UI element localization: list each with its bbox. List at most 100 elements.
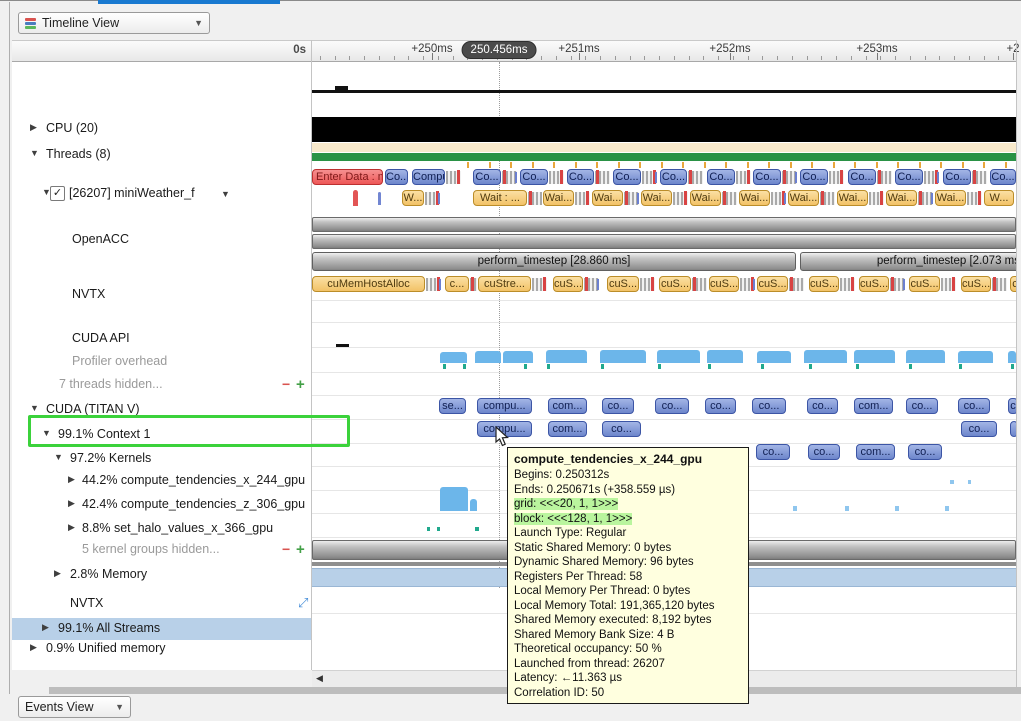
- cuda-api-call-block[interactable]: cuS...: [607, 276, 639, 292]
- openacc-compute-block[interactable]: Co...: [707, 169, 735, 185]
- kernel-z306-block[interactable]: co...: [756, 444, 790, 460]
- tree-collapse-caret-icon[interactable]: ▶: [30, 642, 37, 653]
- tree-item-8-8-set-halo-values-x-366-gpu[interactable]: ▶8.8% set_halo_values_x_366_gpu: [12, 518, 311, 540]
- kernel-summary-block[interactable]: com...: [854, 398, 893, 414]
- add-filter-icon[interactable]: +: [296, 376, 305, 393]
- remove-filter-icon[interactable]: −: [282, 541, 290, 557]
- tree-collapse-caret-icon[interactable]: ▶: [54, 568, 61, 579]
- cuda-api-call-block[interactable]: cuS...: [809, 276, 839, 292]
- cuda-api-call-block[interactable]: cuS...: [859, 276, 889, 292]
- openacc-wait-block[interactable]: Wait : ...: [473, 190, 527, 206]
- tree-item-nvtx[interactable]: NVTX: [12, 284, 311, 306]
- cuda-api-call-block[interactable]: cuS...: [553, 276, 583, 292]
- openacc-wait-block[interactable]: W...: [402, 190, 424, 206]
- tree-item-7-threads-hidden[interactable]: 7 threads hidden...−+: [12, 374, 311, 396]
- openacc-wait-block[interactable]: Wai...: [739, 190, 770, 206]
- kernel-z306-block[interactable]: com...: [856, 444, 895, 460]
- kernel-z306-block[interactable]: co...: [908, 444, 942, 460]
- remove-filter-icon[interactable]: −: [282, 376, 290, 392]
- cuda-api-call-block[interactable]: cuS...: [709, 276, 739, 292]
- timeline-view-dropdown[interactable]: Timeline View ▼: [18, 12, 210, 34]
- nvtx-perform-timestep-range[interactable]: perform_timestep [28.860 ms]: [312, 252, 796, 271]
- openacc-wait-block[interactable]: Wai...: [886, 190, 917, 206]
- openacc-compute-block[interactable]: Enter Data : miniW...: [312, 169, 383, 185]
- cuda-api-call-block[interactable]: c: [1010, 276, 1016, 292]
- tree-item-26207-miniweather-f[interactable]: ▼✓[26207] miniWeather_f▼: [12, 183, 311, 205]
- tree-item-nvtx[interactable]: NVTX⤢: [12, 593, 311, 615]
- cuda-api-call-block[interactable]: c...: [445, 276, 469, 292]
- kernel-summary-block[interactable]: co...: [807, 398, 838, 414]
- cuda-api-call-block[interactable]: cuS...: [961, 276, 991, 292]
- kernel-summary-block[interactable]: c: [1008, 398, 1016, 414]
- cuda-api-call-block[interactable]: cuS...: [757, 276, 788, 292]
- kernel-x244-block[interactable]: com...: [548, 421, 587, 437]
- openacc-compute-block[interactable]: Co...: [990, 169, 1016, 185]
- tree-collapse-caret-icon[interactable]: ▶: [68, 498, 75, 509]
- kernel-z306-block[interactable]: co...: [808, 444, 840, 460]
- openacc-wait-block[interactable]: Wai...: [641, 190, 672, 206]
- kernel-summary-block[interactable]: co...: [602, 398, 634, 414]
- tree-collapse-caret-icon[interactable]: ▶: [68, 522, 75, 533]
- tree-item-97-2-kernels[interactable]: ▼97.2% Kernels: [12, 448, 311, 470]
- tree-item-cuda-api[interactable]: CUDA API: [12, 328, 311, 350]
- openacc-compute-block[interactable]: Co...: [473, 169, 501, 185]
- kernel-summary-block[interactable]: co...: [958, 398, 990, 414]
- tree-collapse-caret-icon[interactable]: ▶: [30, 122, 37, 133]
- openacc-compute-block[interactable]: Co...: [943, 169, 971, 185]
- events-view-dropdown[interactable]: Events View ▼: [18, 696, 131, 718]
- openacc-wait-block[interactable]: Wai...: [543, 190, 574, 206]
- kernel-summary-block[interactable]: co...: [705, 398, 736, 414]
- kernel-summary-block[interactable]: com...: [548, 398, 587, 414]
- openacc-wait-block[interactable]: W...: [984, 190, 1014, 206]
- openacc-compute-block[interactable]: Co...: [800, 169, 828, 185]
- kernel-x244-block[interactable]: co...: [602, 421, 641, 437]
- kernel-summary-block[interactable]: co...: [752, 398, 786, 414]
- cuda-api-call-block[interactable]: cuS...: [909, 276, 940, 292]
- cuda-api-call-block[interactable]: cuMemHostAlloc: [312, 276, 425, 292]
- openacc-compute-block[interactable]: Co...: [895, 169, 923, 185]
- tree-item-cpu-20[interactable]: ▶CPU (20): [12, 118, 311, 140]
- tree-item-openacc[interactable]: OpenACC: [12, 229, 311, 251]
- openacc-compute-block[interactable]: Co...: [848, 169, 876, 185]
- cuda-api-call-block[interactable]: cuStre...: [478, 276, 531, 292]
- openacc-compute-block[interactable]: Co...: [520, 169, 548, 185]
- kernel-summary-block[interactable]: se...: [439, 398, 466, 414]
- tree-expand-caret-icon[interactable]: ▼: [54, 452, 63, 462]
- expand-row-icon[interactable]: ⤢: [298, 595, 308, 611]
- openacc-wait-block[interactable]: Wai...: [935, 190, 966, 206]
- tree-collapse-caret-icon[interactable]: ▶: [68, 474, 75, 485]
- tree-item-0-9-unified-memory[interactable]: ▶0.9% Unified memory: [12, 638, 311, 660]
- tree-collapse-caret-icon[interactable]: ▶: [42, 622, 49, 633]
- kernel-x244-block[interactable]: [1010, 421, 1016, 437]
- openacc-compute-block[interactable]: Co...: [385, 169, 408, 185]
- tree-expand-caret-icon[interactable]: ▼: [30, 403, 39, 413]
- kernel-summary-block[interactable]: co...: [906, 398, 938, 414]
- tree-item-99-1-all-streams[interactable]: ▶99.1% All Streams: [12, 618, 311, 640]
- openacc-wait-block[interactable]: Wai...: [690, 190, 721, 206]
- nvtx-range-bar[interactable]: [312, 217, 1016, 232]
- thread-menu-caret-icon[interactable]: ▼: [221, 189, 230, 199]
- tree-item-42-4-compute-tendencies-z-306-gpu[interactable]: ▶42.4% compute_tendencies_z_306_gpu: [12, 494, 311, 516]
- openacc-compute-block[interactable]: Co...: [753, 169, 781, 185]
- openacc-wait-block[interactable]: Wai...: [788, 190, 819, 206]
- scroll-left-arrow-icon[interactable]: ◀: [316, 673, 323, 684]
- nvtx-range-bar[interactable]: [312, 234, 1016, 249]
- tree-item-profiler-overhead[interactable]: Profiler overhead: [12, 351, 311, 373]
- kernel-summary-block[interactable]: compu...: [477, 398, 532, 414]
- openacc-compute-block[interactable]: Compu...: [412, 169, 445, 185]
- tree-item-44-2-compute-tendencies-x-244-gpu[interactable]: ▶44.2% compute_tendencies_x_244_gpu: [12, 470, 311, 492]
- tree-item-threads-8[interactable]: ▼Threads (8): [12, 144, 311, 166]
- kernel-x244-block[interactable]: co...: [961, 421, 997, 437]
- add-filter-icon[interactable]: +: [296, 541, 305, 558]
- thread-checkbox[interactable]: ✓: [50, 186, 65, 201]
- tree-item-2-8-memory[interactable]: ▶2.8% Memory: [12, 564, 311, 586]
- openacc-wait-block[interactable]: Wai...: [592, 190, 623, 206]
- openacc-compute-block[interactable]: Co...: [660, 169, 687, 185]
- openacc-compute-block[interactable]: Co...: [613, 169, 641, 185]
- kernel-summary-block[interactable]: co...: [655, 398, 689, 414]
- cuda-api-call-block[interactable]: cuS...: [659, 276, 691, 292]
- openacc-wait-block[interactable]: Wai...: [837, 190, 868, 206]
- tree-expand-caret-icon[interactable]: ▼: [30, 148, 39, 158]
- nvtx-perform-timestep-range[interactable]: perform_timestep [2.073 ms]: [800, 252, 1016, 271]
- tree-item-5-kernel-groups-hidden[interactable]: 5 kernel groups hidden...−+: [12, 539, 311, 561]
